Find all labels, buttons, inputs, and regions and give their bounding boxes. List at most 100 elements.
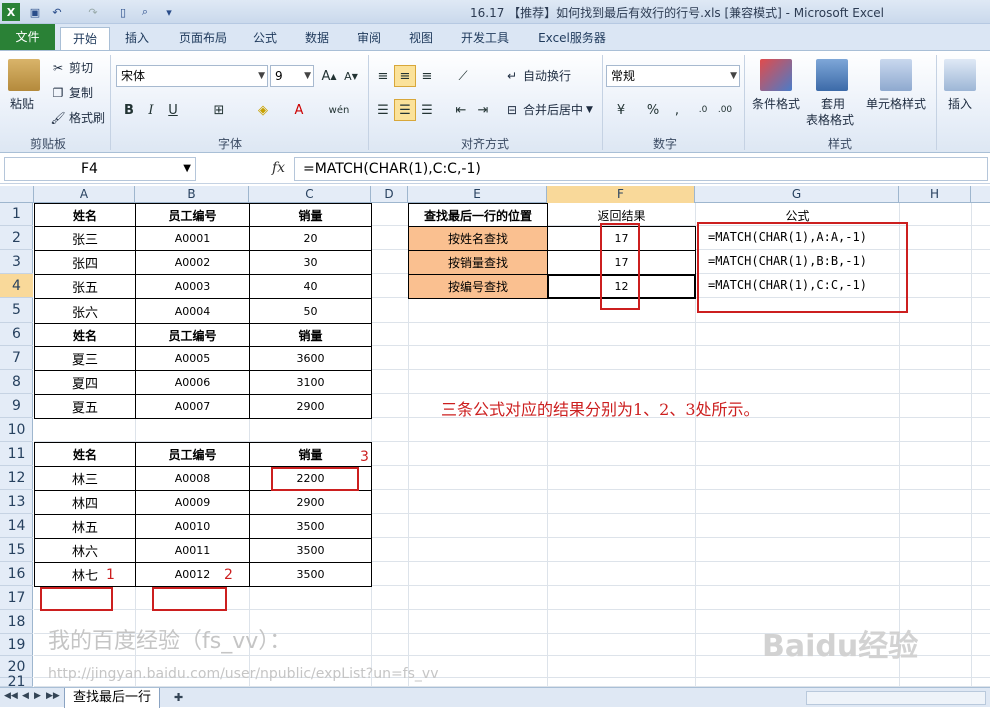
sheet-tab[interactable]: 查找最后一行 [64, 688, 161, 708]
table-cell[interactable]: A0009 [135, 490, 250, 515]
align-center-icon[interactable]: ☰ [394, 99, 416, 121]
row-header[interactable]: 7 [0, 346, 33, 370]
table-header-cell[interactable]: 销量 [249, 442, 372, 467]
tab-home[interactable]: 开始 [60, 27, 110, 50]
table-cell[interactable]: 20 [249, 226, 372, 251]
align-right-icon[interactable]: ☰ [416, 99, 438, 121]
row-header[interactable]: 5 [0, 298, 33, 323]
horizontal-scrollbar[interactable] [806, 691, 986, 705]
conditional-format-button[interactable]: 条件格式 [752, 95, 800, 112]
prev-sheet-icon[interactable]: ◀ [22, 691, 29, 701]
align-middle-icon[interactable]: ≡ [394, 65, 416, 87]
select-all-corner[interactable] [0, 186, 34, 203]
increase-indent-icon[interactable]: ⇥ [472, 99, 494, 121]
wrap-text-button[interactable]: ↵ 自动换行 [504, 67, 571, 84]
table-header-cell[interactable]: 姓名 [34, 203, 136, 227]
table-cell[interactable]: 2900 [249, 394, 372, 419]
row-header[interactable]: 8 [0, 370, 33, 394]
table-header-cell[interactable]: 销量 [249, 323, 372, 347]
row-header[interactable]: 1 [0, 203, 33, 226]
merge-center-button[interactable]: ⊟ 合并后居中 ▼ [504, 101, 593, 118]
table-cell[interactable]: 林四 [34, 490, 136, 515]
table-cell[interactable]: 3500 [249, 538, 372, 563]
column-header[interactable]: C [249, 186, 371, 203]
tab-file[interactable]: 文件 [0, 24, 55, 50]
italic-icon[interactable]: I [140, 99, 162, 121]
redo-icon[interactable]: ↷ [84, 3, 102, 21]
row-header[interactable]: 17 [0, 586, 33, 610]
table-cell[interactable]: 夏五 [34, 394, 136, 419]
lookup-label-cell[interactable]: 按编号查找 [408, 274, 548, 299]
new-file-icon[interactable]: ▯ [114, 3, 132, 21]
column-header[interactable]: G [695, 186, 899, 203]
table-header-cell[interactable]: 姓名 [34, 323, 136, 347]
orientation-icon[interactable]: ⟋ [452, 65, 474, 87]
decrease-decimal-icon[interactable]: .00 [714, 99, 736, 121]
row-header[interactable]: 21 [0, 675, 33, 689]
insert-function-icon[interactable]: fx [272, 160, 285, 176]
table-cell[interactable]: 夏三 [34, 346, 136, 371]
font-size-combo[interactable]: 9 ▼ [270, 65, 314, 87]
insert-button[interactable]: 插入 [948, 95, 972, 112]
lookup-label-cell[interactable]: 按销量查找 [408, 250, 548, 275]
table-header-cell[interactable]: 员工编号 [135, 323, 250, 347]
tab-excel-server[interactable]: Excel服务器 [528, 27, 616, 50]
table-cell[interactable]: 50 [249, 298, 372, 324]
tab-formulas[interactable]: 公式 [244, 27, 286, 50]
lookup-label-cell[interactable]: 按姓名查找 [408, 226, 548, 251]
save-icon[interactable]: ▣ [26, 3, 44, 21]
currency-icon[interactable]: ¥ [610, 99, 632, 121]
cell-styles-icon[interactable] [880, 59, 912, 91]
table-cell[interactable]: 3500 [249, 514, 372, 539]
row-header[interactable]: 11 [0, 442, 33, 466]
row-header[interactable]: 2 [0, 226, 33, 250]
table-cell[interactable]: A0004 [135, 298, 250, 324]
insert-cells-icon[interactable] [944, 59, 976, 91]
table-cell[interactable]: 张四 [34, 250, 136, 275]
row-header[interactable]: 6 [0, 323, 33, 346]
row-header[interactable]: 15 [0, 538, 33, 562]
table-cell[interactable]: A0001 [135, 226, 250, 251]
table-cell[interactable]: A0008 [135, 466, 250, 491]
table-cell[interactable]: 林六 [34, 538, 136, 563]
font-name-combo[interactable]: 宋体 ▼ [116, 65, 268, 87]
table-cell[interactable]: A0002 [135, 250, 250, 275]
table-cell[interactable]: A0003 [135, 274, 250, 299]
table-header-cell[interactable]: 员工编号 [135, 442, 250, 467]
print-preview-icon[interactable]: ⌕ [136, 3, 154, 21]
conditional-format-icon[interactable] [760, 59, 792, 91]
table-cell[interactable]: 3100 [249, 370, 372, 395]
row-header[interactable]: 13 [0, 490, 33, 514]
tab-data[interactable]: 数据 [296, 27, 338, 50]
name-box[interactable]: F4 ▼ [4, 157, 196, 181]
column-header[interactable]: D [371, 186, 408, 203]
row-header[interactable]: 3 [0, 250, 33, 274]
table-header-cell[interactable]: 销量 [249, 203, 372, 227]
paste-button[interactable]: 粘贴 [10, 95, 34, 112]
underline-icon[interactable]: U [162, 99, 184, 121]
first-sheet-icon[interactable]: ◀◀ [4, 691, 18, 701]
table-format-icon[interactable] [816, 59, 848, 91]
table-cell[interactable]: A0007 [135, 394, 250, 419]
increase-decimal-icon[interactable]: .0 [692, 99, 714, 121]
new-sheet-icon[interactable]: ✚ [174, 691, 183, 704]
table-format-label-1[interactable]: 套用 [821, 95, 845, 112]
table-header-cell[interactable]: 员工编号 [135, 203, 250, 227]
table-cell[interactable]: 林三 [34, 466, 136, 491]
font-color-icon[interactable]: A [288, 99, 310, 121]
cell-styles-button[interactable]: 单元格样式 [866, 95, 926, 112]
column-header[interactable]: A [34, 186, 135, 203]
column-header-selected[interactable]: F [547, 186, 695, 203]
row-header[interactable]: 19 [0, 634, 33, 656]
borders-icon[interactable]: ⊞ [208, 99, 230, 121]
table-cell[interactable]: 40 [249, 274, 372, 299]
table-cell[interactable]: 张三 [34, 226, 136, 251]
table-cell[interactable]: A0010 [135, 514, 250, 539]
phonetic-icon[interactable]: wén [328, 99, 350, 121]
table-cell[interactable]: 2900 [249, 490, 372, 515]
row-header-selected[interactable]: 4 [0, 274, 33, 298]
comma-icon[interactable]: , [666, 99, 688, 121]
fill-color-icon[interactable]: ◈ [252, 99, 274, 121]
table-cell[interactable]: A0005 [135, 346, 250, 371]
table-cell[interactable]: 3500 [249, 562, 372, 587]
